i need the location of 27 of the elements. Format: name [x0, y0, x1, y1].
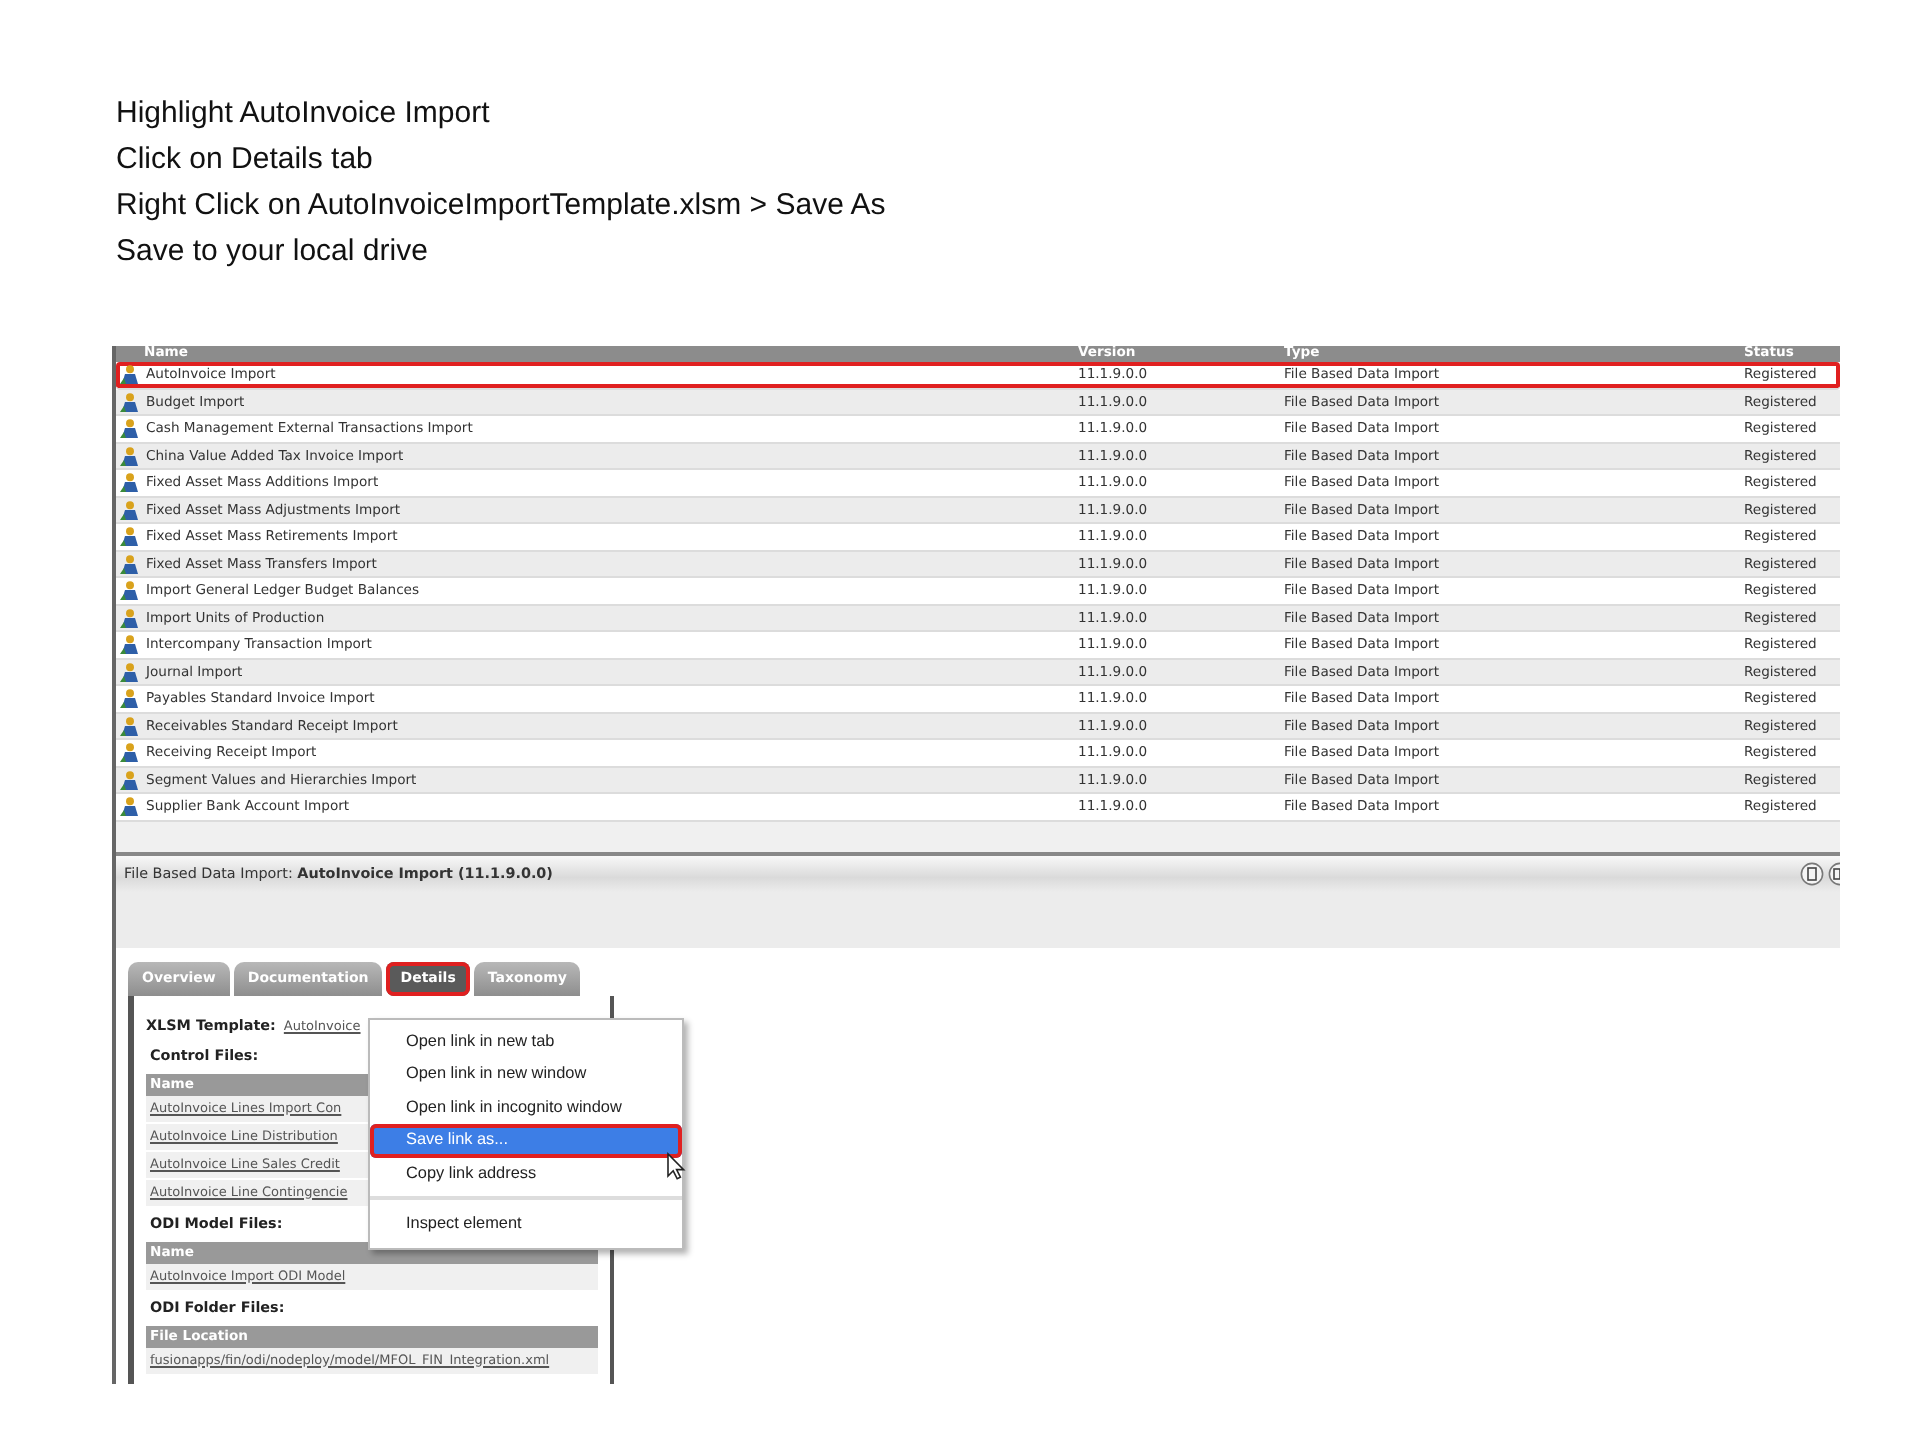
person-icon	[120, 742, 140, 763]
person-icon	[120, 553, 140, 574]
instruction-text: Right Click on AutoInvoiceImportTemplate.xlsm > Save As	[116, 186, 886, 226]
person-icon	[120, 715, 140, 736]
person-icon	[120, 526, 140, 547]
instruction-text: Highlight AutoInvoice Import	[116, 94, 490, 134]
person-icon	[120, 796, 140, 817]
person-icon	[120, 688, 140, 709]
person-icon	[120, 472, 140, 493]
person-icon	[120, 499, 140, 520]
person-icon	[120, 364, 140, 385]
window-icon[interactable]	[1828, 861, 1840, 885]
menu-item[interactable]: Open link in new tab	[370, 1025, 682, 1058]
instruction-text: Save to your local drive	[116, 232, 428, 272]
menu-item[interactable]: Save link as...	[370, 1124, 682, 1157]
person-icon	[120, 607, 140, 628]
person-icon	[120, 661, 140, 682]
page-icon[interactable]	[1800, 861, 1824, 885]
menu-item[interactable]: Open link in incognito window	[370, 1091, 682, 1124]
person-icon	[120, 769, 140, 790]
person-icon	[120, 445, 140, 466]
instruction-text: Click on Details tab	[116, 140, 373, 180]
person-icon	[120, 634, 140, 655]
menu-item[interactable]: Inspect element	[370, 1208, 682, 1241]
person-icon	[120, 391, 140, 412]
person-icon	[120, 580, 140, 601]
person-icon	[120, 418, 140, 439]
